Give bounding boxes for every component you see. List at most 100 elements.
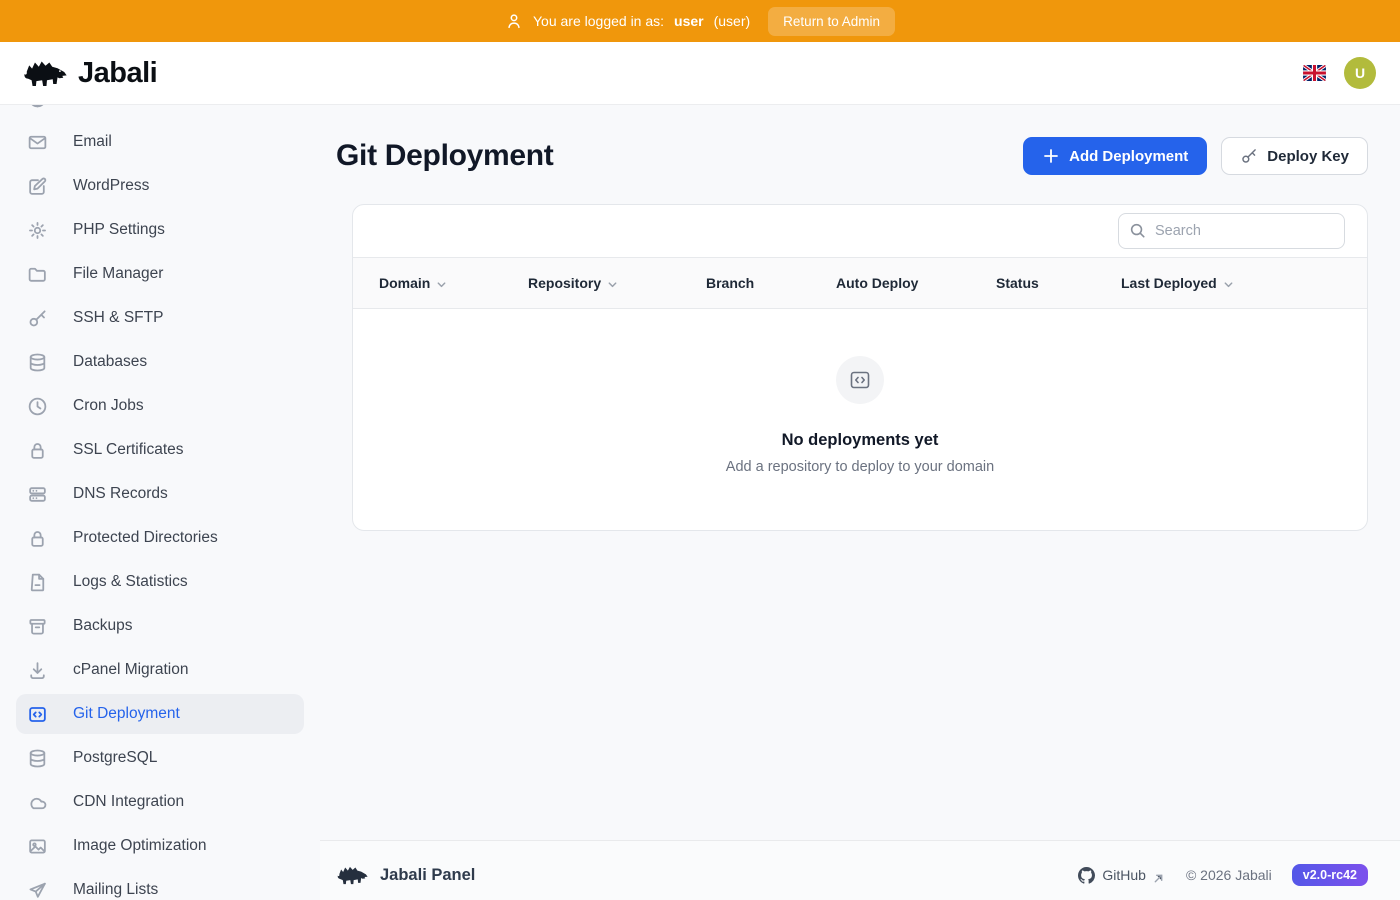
sidebar-item-email[interactable]: Email bbox=[16, 122, 304, 162]
column-header-auto-deploy: Auto Deploy bbox=[836, 275, 996, 291]
key-icon bbox=[1240, 147, 1258, 165]
sidebar-item-backups[interactable]: Backups bbox=[16, 606, 304, 646]
brand-logo[interactable]: Jabali bbox=[22, 54, 157, 92]
sidebar-item-postgresql[interactable]: PostgreSQL bbox=[16, 738, 304, 778]
sidebar-item-mailing-lists[interactable]: Mailing Lists bbox=[16, 870, 304, 900]
search-input[interactable] bbox=[1118, 213, 1345, 249]
sidebar-item-label: Git Deployment bbox=[73, 705, 180, 723]
page-title: Git Deployment bbox=[336, 139, 554, 173]
code-icon bbox=[836, 356, 884, 404]
globe-icon bbox=[27, 105, 48, 109]
sidebar-item-label: SSH & SFTP bbox=[73, 309, 163, 327]
gear-icon bbox=[27, 220, 48, 241]
sidebar-item-file-manager[interactable]: File Manager bbox=[16, 254, 304, 294]
cloud-icon bbox=[27, 792, 48, 813]
add-deployment-button[interactable]: Add Deployment bbox=[1023, 137, 1207, 175]
sidebar-item-protected-directories[interactable]: Protected Directories bbox=[16, 518, 304, 558]
column-header-status: Status bbox=[996, 275, 1121, 291]
sidebar-item-cdn-integration[interactable]: CDN Integration bbox=[16, 782, 304, 822]
sidebar-item-dns-records[interactable]: DNS Records bbox=[16, 474, 304, 514]
lock-icon bbox=[27, 528, 48, 549]
uk-flag-icon[interactable] bbox=[1303, 65, 1326, 81]
column-header-last-deployed[interactable]: Last Deployed bbox=[1121, 275, 1367, 291]
brand-name: Jabali bbox=[78, 57, 157, 90]
sidebar-item-databases[interactable]: Databases bbox=[16, 342, 304, 382]
person-icon bbox=[505, 12, 523, 30]
sidebar-item-label: WordPress bbox=[73, 177, 149, 195]
github-label: GitHub bbox=[1102, 867, 1146, 883]
return-to-admin-button[interactable]: Return to Admin bbox=[768, 7, 895, 36]
logged-in-role: (user) bbox=[714, 13, 751, 29]
sidebar-item-ssh-sftp[interactable]: SSH & SFTP bbox=[16, 298, 304, 338]
footer: Jabali Panel GitHub © 2026 Jabali v2.0-r… bbox=[320, 840, 1400, 900]
sidebar-item-label: Logs & Statistics bbox=[73, 573, 188, 591]
github-link[interactable]: GitHub bbox=[1078, 867, 1164, 884]
database-icon bbox=[27, 352, 48, 373]
sidebar-item-ssl-certificates[interactable]: SSL Certificates bbox=[16, 430, 304, 470]
sidebar-nav: Email WordPress PHP Settings File Manager SS… bbox=[0, 105, 320, 900]
chevron-down-icon bbox=[436, 279, 447, 290]
external-link-icon bbox=[1153, 870, 1164, 881]
boar-logo-icon bbox=[22, 54, 70, 92]
sidebar-item-label: Mailing Lists bbox=[73, 881, 158, 899]
sidebar-item-php-settings[interactable]: PHP Settings bbox=[16, 210, 304, 250]
main-content: Git Deployment Add Deployment Deploy Key bbox=[320, 105, 1400, 900]
logged-in-username: user bbox=[674, 13, 704, 29]
sidebar-item-label: File Manager bbox=[73, 265, 163, 283]
sidebar-item-label: Databases bbox=[73, 353, 147, 371]
impersonation-message: You are logged in as: user (user) bbox=[505, 12, 750, 30]
sidebar-item-domains[interactable] bbox=[16, 105, 304, 118]
footer-brand: Jabali Panel bbox=[336, 862, 475, 888]
version-badge: v2.0-rc42 bbox=[1292, 864, 1368, 886]
column-header-repository[interactable]: Repository bbox=[528, 275, 706, 291]
empty-state-subtitle: Add a repository to deploy to your domai… bbox=[726, 459, 994, 475]
sidebar-item-label: Backups bbox=[73, 617, 132, 635]
send-icon bbox=[27, 880, 48, 900]
sidebar-item-label: cPanel Migration bbox=[73, 661, 188, 679]
key-icon bbox=[27, 308, 48, 329]
sidebar-item-label: Protected Directories bbox=[73, 529, 218, 547]
mail-icon bbox=[27, 132, 48, 153]
plus-icon bbox=[1042, 147, 1060, 165]
sidebar-item-label: SSL Certificates bbox=[73, 441, 184, 459]
empty-state-title: No deployments yet bbox=[782, 431, 939, 450]
empty-state: No deployments yet Add a repository to d… bbox=[353, 309, 1367, 530]
download-icon bbox=[27, 660, 48, 681]
deployments-card: DomainRepositoryBranchAuto DeployStatusL… bbox=[352, 204, 1368, 531]
sidebar-item-cron-jobs[interactable]: Cron Jobs bbox=[16, 386, 304, 426]
app-header: Jabali U bbox=[0, 42, 1400, 105]
deploy-key-button[interactable]: Deploy Key bbox=[1221, 137, 1368, 175]
sidebar-item-logs-statistics[interactable]: Logs & Statistics bbox=[16, 562, 304, 602]
chevron-down-icon bbox=[1223, 279, 1234, 290]
sidebar-item-git-deployment[interactable]: Git Deployment bbox=[16, 694, 304, 734]
user-avatar[interactable]: U bbox=[1344, 57, 1376, 89]
column-header-domain[interactable]: Domain bbox=[353, 275, 528, 291]
lock-icon bbox=[27, 440, 48, 461]
copyright-text: © 2026 Jabali bbox=[1186, 867, 1272, 883]
logged-in-text: You are logged in as: bbox=[533, 13, 664, 29]
sidebar-item-wordpress[interactable]: WordPress bbox=[16, 166, 304, 206]
chevron-down-icon bbox=[607, 279, 618, 290]
footer-brand-name: Jabali Panel bbox=[380, 866, 475, 885]
sidebar-item-label: PostgreSQL bbox=[73, 749, 157, 767]
database-icon bbox=[27, 748, 48, 769]
sidebar-item-label: CDN Integration bbox=[73, 793, 184, 811]
server-icon bbox=[27, 484, 48, 505]
code-icon bbox=[27, 704, 48, 725]
sidebar-item-label: Cron Jobs bbox=[73, 397, 144, 415]
sidebar-item-label: Image Optimization bbox=[73, 837, 207, 855]
column-header-branch: Branch bbox=[706, 275, 836, 291]
document-icon bbox=[27, 572, 48, 593]
sidebar-item-label: PHP Settings bbox=[73, 221, 165, 239]
clock-icon bbox=[27, 396, 48, 417]
impersonation-banner: You are logged in as: user (user) Return… bbox=[0, 0, 1400, 42]
sidebar-item-label: DNS Records bbox=[73, 485, 168, 503]
image-icon bbox=[27, 836, 48, 857]
search-icon bbox=[1129, 222, 1146, 239]
sidebar-item-cpanel-migration[interactable]: cPanel Migration bbox=[16, 650, 304, 690]
sidebar-item-image-optimization[interactable]: Image Optimization bbox=[16, 826, 304, 866]
search-box bbox=[1118, 213, 1345, 249]
sidebar-item-label: Email bbox=[73, 133, 112, 151]
boar-logo-icon bbox=[336, 862, 370, 888]
github-icon bbox=[1078, 867, 1095, 884]
